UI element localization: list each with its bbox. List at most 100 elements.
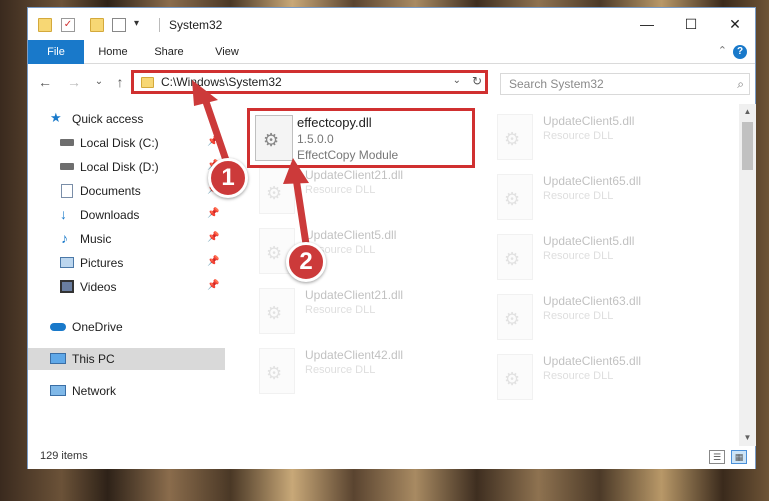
list-item[interactable]: ⚙ UpdateClient42.dll Resource DLL (251, 344, 473, 400)
pin-icon[interactable]: 📌 (207, 280, 219, 291)
sidebar-item-label: Quick access (72, 112, 144, 126)
file-description: Resource DLL (305, 184, 376, 196)
scroll-up-icon[interactable]: ▲ (739, 104, 756, 120)
sidebar-item-network[interactable]: Network (28, 380, 225, 402)
list-item[interactable]: ⚙ UpdateClient21.dll Resource DLL (251, 164, 473, 220)
navigation-bar: ← → ⌄ ↑ C:\Windows\System32 ⌄ ↻ Search S… (28, 64, 755, 102)
list-item[interactable]: ⚙ UpdateClient5.dll Resource DLL (489, 110, 711, 166)
tab-view[interactable]: View (204, 40, 250, 64)
network-icon (50, 385, 66, 396)
pin-icon[interactable]: 📌 (207, 136, 219, 147)
address-path[interactable]: C:\Windows\System32 (161, 75, 282, 89)
sidebar-item-videos[interactable]: Videos 📌 (28, 276, 225, 298)
tiles-view-icon[interactable]: ▦ (731, 450, 747, 464)
list-item[interactable]: ⚙ UpdateClient63.dll Resource DLL (489, 290, 711, 346)
navigation-pane: ★ Quick access Local Disk (C:) 📌 Local D… (28, 104, 225, 446)
dll-file-icon: ⚙ (255, 115, 293, 161)
folder-icon (141, 77, 154, 88)
dll-file-icon: ⚙ (259, 348, 295, 394)
sidebar-item-downloads[interactable]: ↓ Downloads 📌 (28, 204, 225, 226)
highlighted-file-item[interactable]: ⚙ effectcopy.dll 1.5.0.0 EffectCopy Modu… (247, 108, 475, 168)
status-bar: 129 items ☰ ▦ (28, 446, 755, 469)
drive-icon (60, 139, 74, 146)
expand-ribbon-icon[interactable]: ⌃ (718, 44, 727, 57)
dll-file-icon: ⚙ (497, 234, 533, 280)
folder-icon (38, 18, 52, 32)
sidebar-item-pictures[interactable]: Pictures 📌 (28, 252, 225, 274)
title-separator (159, 18, 160, 32)
list-item[interactable]: ⚙ UpdateClient21.dll Resource DLL (251, 284, 473, 340)
file-description: Resource DLL (543, 130, 614, 142)
file-description: Resource DLL (543, 250, 614, 262)
details-view-icon[interactable]: ☰ (709, 450, 725, 464)
drive-icon (60, 163, 74, 170)
file-explorer-window: ✓ ▾ System32 — ☐ ✕ File Home Share View … (27, 7, 756, 469)
file-name: UpdateClient63.dll (543, 294, 642, 308)
forward-button[interactable]: → (65, 73, 83, 91)
file-description: Resource DLL (543, 190, 614, 202)
document-icon (61, 184, 73, 198)
file-name: UpdateClient5.dll (543, 234, 635, 248)
sidebar-item-this-pc[interactable]: This PC (28, 348, 225, 370)
tab-share[interactable]: Share (146, 40, 192, 64)
download-arrow-icon: ↓ (60, 206, 67, 222)
sidebar-item-label: Network (72, 384, 117, 398)
toolbar-dropdown-icon[interactable]: ▾ (134, 18, 139, 29)
cloud-icon (50, 323, 66, 331)
sidebar-item-label: Pictures (80, 256, 124, 270)
star-icon: ★ (50, 110, 62, 125)
help-icon[interactable]: ? (733, 45, 747, 59)
search-placeholder: Search System32 (509, 77, 604, 91)
computer-icon (50, 353, 66, 364)
sidebar-item-label: This PC (72, 352, 115, 366)
file-name: UpdateClient5.dll (543, 114, 635, 128)
pin-icon[interactable]: 📌 (207, 208, 219, 219)
sidebar-item-label: Local Disk (D:) (80, 160, 159, 174)
sidebar-item-local-disk-c[interactable]: Local Disk (C:) 📌 (28, 132, 225, 154)
vertical-scrollbar[interactable]: ▲ ▼ (739, 104, 756, 446)
customize-toolbar-icon[interactable] (112, 18, 126, 32)
list-item[interactable]: ⚙ UpdateClient5.dll Resource DLL (489, 230, 711, 286)
back-button[interactable]: ← (36, 73, 54, 91)
properties-checkmark-icon[interactable]: ✓ (61, 18, 75, 32)
list-item[interactable]: ⚙ UpdateClient65.dll Resource DLL (489, 350, 711, 406)
film-icon (60, 280, 74, 293)
file-name: UpdateClient21.dll (305, 288, 404, 302)
sidebar-item-label: Local Disk (C:) (80, 136, 159, 150)
scroll-thumb[interactable] (742, 122, 753, 170)
sidebar-item-label: Music (80, 232, 112, 246)
sidebar-item-onedrive[interactable]: OneDrive (28, 316, 225, 338)
sidebar-item-local-disk-d[interactable]: Local Disk (D:) 📌 (28, 156, 225, 178)
tab-home[interactable]: Home (90, 40, 136, 64)
sidebar-item-documents[interactable]: Documents 📌 (28, 180, 225, 202)
close-button[interactable]: ✕ (713, 12, 757, 36)
file-name: UpdateClient65.dll (543, 174, 642, 188)
sidebar-item-label: Downloads (80, 208, 140, 222)
file-name: UpdateClient65.dll (543, 354, 642, 368)
maximize-button[interactable]: ☐ (669, 12, 713, 36)
item-count: 129 items (40, 450, 88, 462)
pin-icon[interactable]: 📌 (207, 256, 219, 267)
address-bar[interactable]: C:\Windows\System32 ⌄ ↻ (131, 70, 488, 94)
up-button[interactable]: ↑ (111, 73, 129, 91)
dll-file-icon: ⚙ (259, 288, 295, 334)
title-bar: ✓ ▾ System32 — ☐ ✕ (28, 8, 755, 40)
sidebar-item-label: Documents (80, 184, 141, 198)
minimize-button[interactable]: — (625, 12, 669, 36)
list-item[interactable]: ⚙ UpdateClient5.dll Resource DLL (251, 224, 473, 280)
scroll-down-icon[interactable]: ▼ (739, 430, 756, 446)
new-folder-icon[interactable] (90, 18, 104, 32)
ribbon-tabs: File Home Share View ⌃ ? (28, 40, 755, 64)
file-name: UpdateClient21.dll (305, 168, 404, 182)
sidebar-item-label: Videos (80, 280, 117, 294)
sidebar-item-music[interactable]: ♪ Music 📌 (28, 228, 225, 250)
recent-locations-icon[interactable]: ⌄ (90, 73, 108, 91)
list-item[interactable]: ⚙ UpdateClient65.dll Resource DLL (489, 170, 711, 226)
sidebar-item-quick-access[interactable]: ★ Quick access (28, 108, 225, 130)
pin-icon[interactable]: 📌 (207, 232, 219, 243)
search-input[interactable]: Search System32 ⌕ (500, 73, 750, 95)
chevron-down-icon[interactable]: ⌄ (453, 75, 461, 86)
refresh-button[interactable]: ↻ (472, 74, 482, 88)
tab-file[interactable]: File (28, 40, 84, 64)
picture-icon (60, 257, 74, 268)
